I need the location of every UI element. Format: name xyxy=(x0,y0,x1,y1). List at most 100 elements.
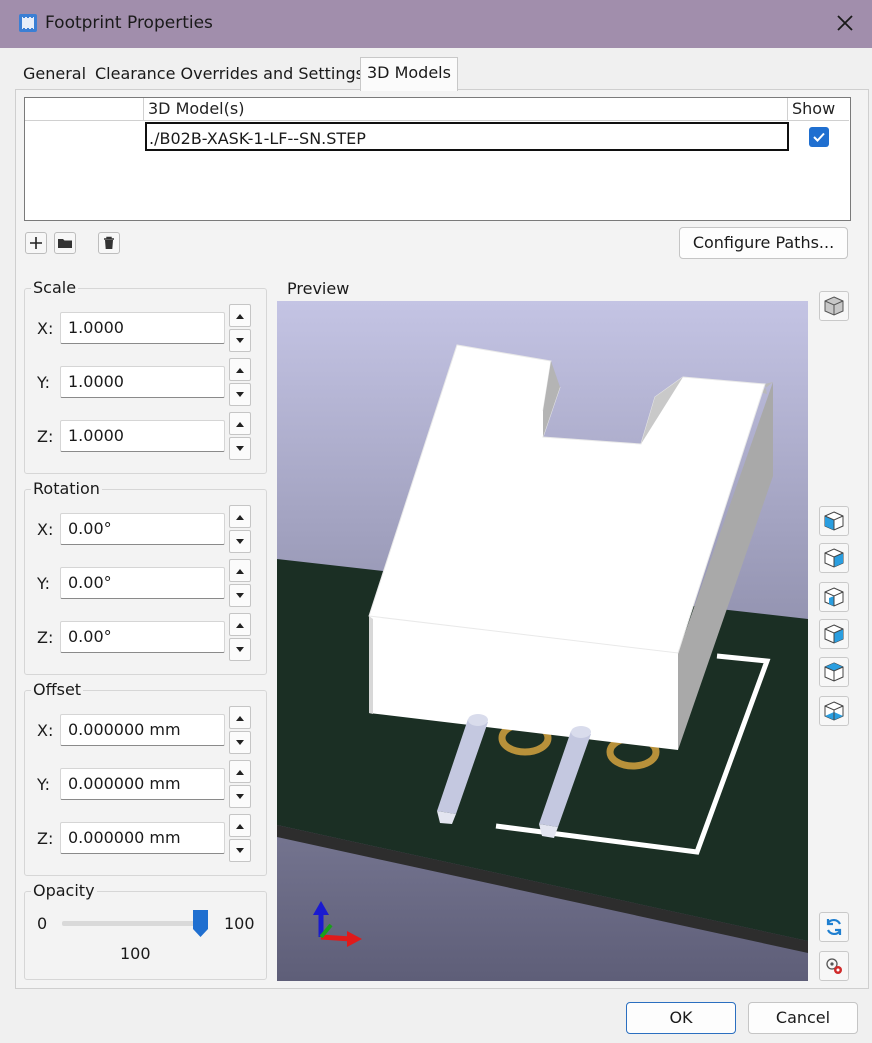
rotation-y-input[interactable]: 0.00° xyxy=(60,567,225,599)
rotation-z-down[interactable] xyxy=(229,638,251,661)
view-left-icon xyxy=(824,587,844,607)
arrow-up-icon xyxy=(236,314,244,319)
scale-z-down[interactable] xyxy=(229,437,251,460)
rotation-y-label: Y: xyxy=(37,574,51,593)
model-path-cell[interactable]: ./B02B-XASK-1-LF--SN.STEP xyxy=(145,122,789,151)
offset-x-input[interactable]: 0.000000 mm xyxy=(60,714,225,746)
configure-paths-button[interactable]: Configure Paths... xyxy=(679,227,848,259)
opacity-group xyxy=(24,891,267,980)
folder-icon xyxy=(58,239,72,248)
table-col-divider xyxy=(143,98,144,120)
table-header-divider xyxy=(25,120,849,121)
view-right-button[interactable] xyxy=(819,619,849,649)
column-header-show[interactable]: Show xyxy=(792,98,835,120)
view-back-button[interactable] xyxy=(819,543,849,573)
preview-3d-viewport[interactable] xyxy=(277,301,808,981)
rotation-title: Rotation xyxy=(31,479,102,498)
delete-model-button[interactable] xyxy=(98,232,120,254)
arrow-up-icon xyxy=(236,716,244,721)
scale-x-input[interactable]: 1.0000 xyxy=(60,312,225,344)
offset-z-input[interactable]: 0.000000 mm xyxy=(60,822,225,854)
scale-y-label: Y: xyxy=(37,373,51,392)
offset-y-input[interactable]: 0.000000 mm xyxy=(60,768,225,800)
view-bottom-icon xyxy=(824,701,844,721)
arrow-down-icon xyxy=(236,740,244,745)
tab-3d-models[interactable]: 3D Models xyxy=(360,57,458,91)
arrow-up-icon xyxy=(236,422,244,427)
view-back-icon xyxy=(824,548,844,568)
opacity-slider-thumb[interactable] xyxy=(192,909,209,938)
arrow-down-icon xyxy=(236,539,244,544)
preview-scene[interactable] xyxy=(277,301,808,981)
rotation-x-input[interactable]: 0.00° xyxy=(60,513,225,545)
arrow-down-icon xyxy=(236,647,244,652)
rotation-z-input[interactable]: 0.00° xyxy=(60,621,225,653)
offset-z-up[interactable] xyxy=(229,814,251,837)
opacity-max-label: 100 xyxy=(224,914,255,933)
scale-z-up[interactable] xyxy=(229,412,251,435)
render-settings-button[interactable] xyxy=(819,951,849,981)
arrow-up-icon xyxy=(236,770,244,775)
ok-button[interactable]: OK xyxy=(626,1002,736,1034)
offset-y-down[interactable] xyxy=(229,785,251,808)
rotation-x-label: X: xyxy=(37,520,54,539)
arrow-down-icon xyxy=(236,593,244,598)
window-title: Footprint Properties xyxy=(45,13,213,33)
view-front-button[interactable] xyxy=(819,506,849,536)
offset-x-label: X: xyxy=(37,721,54,740)
scale-x-up[interactable] xyxy=(229,304,251,327)
arrow-down-icon xyxy=(236,848,244,853)
scale-z-input[interactable]: 1.0000 xyxy=(60,420,225,452)
rotation-z-up[interactable] xyxy=(229,613,251,636)
show-checkbox[interactable] xyxy=(809,127,829,147)
reload-preview-button[interactable] xyxy=(819,912,849,942)
close-icon[interactable] xyxy=(832,10,858,36)
arrow-up-icon xyxy=(236,515,244,520)
cancel-button[interactable]: Cancel xyxy=(748,1002,858,1034)
view-front-icon xyxy=(824,511,844,531)
preview-title: Preview xyxy=(287,279,350,298)
offset-x-down[interactable] xyxy=(229,731,251,754)
offset-x-up[interactable] xyxy=(229,706,251,729)
rotation-x-up[interactable] xyxy=(229,505,251,528)
arrow-down-icon xyxy=(236,446,244,451)
rotation-y-up[interactable] xyxy=(229,559,251,582)
add-model-button[interactable] xyxy=(25,232,47,254)
tab-clearance-overrides[interactable]: Clearance Overrides and Settings xyxy=(89,59,370,89)
opacity-slider-track[interactable] xyxy=(62,921,208,926)
rotation-x-down[interactable] xyxy=(229,530,251,553)
arrow-down-icon xyxy=(236,392,244,397)
offset-title: Offset xyxy=(31,680,84,699)
view-right-icon xyxy=(824,624,844,644)
view-top-icon xyxy=(824,662,844,682)
view-bottom-button[interactable] xyxy=(819,696,849,726)
view-top-button[interactable] xyxy=(819,657,849,687)
render-settings-icon xyxy=(826,958,842,974)
plus-icon xyxy=(30,237,42,249)
arrow-up-icon xyxy=(236,824,244,829)
offset-y-up[interactable] xyxy=(229,760,251,783)
view-left-button[interactable] xyxy=(819,582,849,612)
arrow-up-icon xyxy=(236,623,244,628)
scale-x-label: X: xyxy=(37,319,54,338)
scale-y-input[interactable]: 1.0000 xyxy=(60,366,225,398)
reload-icon xyxy=(826,918,842,936)
arrow-up-icon xyxy=(236,368,244,373)
footprint-app-icon xyxy=(19,14,37,32)
offset-z-down[interactable] xyxy=(229,839,251,862)
perspective-toggle-button[interactable] xyxy=(819,291,849,321)
rotation-y-down[interactable] xyxy=(229,584,251,607)
scale-y-down[interactable] xyxy=(229,383,251,406)
trash-icon xyxy=(104,236,114,249)
arrow-down-icon xyxy=(236,338,244,343)
arrow-up-icon xyxy=(236,569,244,574)
opacity-value: 100 xyxy=(120,944,151,963)
browse-model-button[interactable] xyxy=(54,232,76,254)
scale-y-up[interactable] xyxy=(229,358,251,381)
opacity-min-label: 0 xyxy=(37,914,48,933)
scale-z-label: Z: xyxy=(37,427,54,446)
column-header-model[interactable]: 3D Model(s) xyxy=(148,98,244,120)
tab-general[interactable]: General xyxy=(17,59,92,89)
scale-x-down[interactable] xyxy=(229,329,251,352)
cube-perspective-icon xyxy=(824,296,844,316)
